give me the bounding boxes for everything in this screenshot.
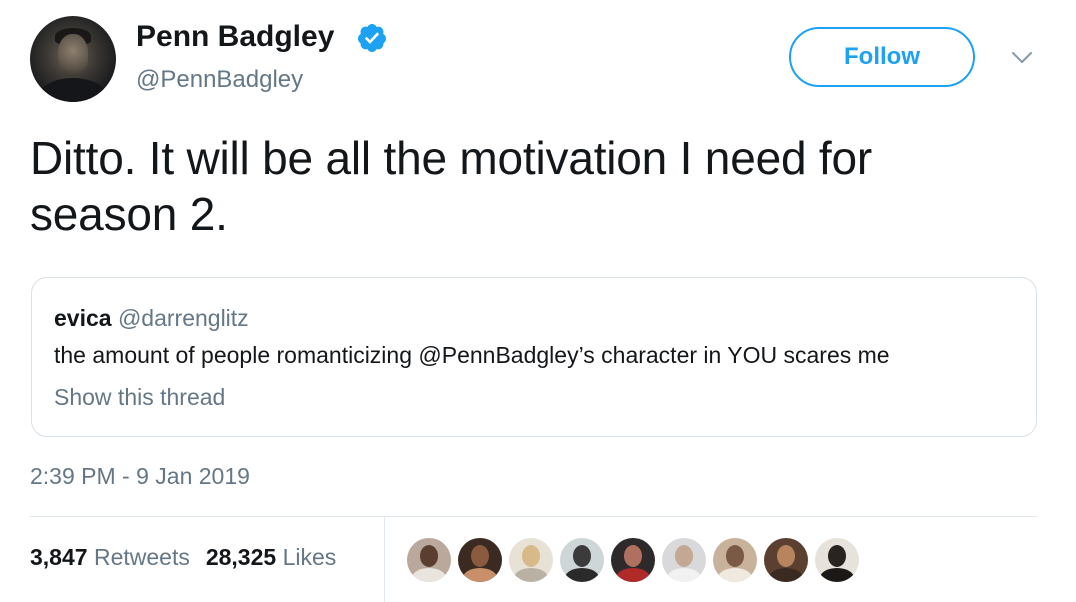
likes-count: 28,325: [205, 544, 277, 570]
liker-avatar-head: [471, 545, 489, 567]
quoted-author-name: evica: [54, 305, 112, 331]
liker-avatar[interactable]: [611, 538, 655, 582]
retweets-label: Retweets: [93, 544, 190, 570]
tweet-text: Ditto. It will be all the motivation I n…: [30, 132, 873, 240]
liker-avatar[interactable]: [458, 538, 502, 582]
retweets-stat[interactable]: 3,847 Retweets: [30, 544, 190, 570]
liker-avatar-head: [777, 545, 795, 567]
liker-avatar[interactable]: [509, 538, 553, 582]
author-name[interactable]: Penn Badgley: [136, 20, 334, 54]
retweets-count: 3,847: [30, 544, 88, 570]
engagement-stats: 3,847 Retweets 28,325 Likes: [30, 544, 336, 571]
stats-divider-top: [30, 516, 1037, 517]
follow-button[interactable]: Follow: [789, 27, 975, 87]
liker-avatar-body: [820, 568, 854, 582]
likes-label: Likes: [282, 544, 337, 570]
liker-avatar[interactable]: [764, 538, 808, 582]
liker-avatar-head: [828, 545, 846, 567]
liker-avatar-body: [718, 568, 752, 582]
quoted-tweet-header: evica @darrenglitz: [54, 305, 249, 332]
liker-avatar[interactable]: [560, 538, 604, 582]
chevron-down-icon[interactable]: [1010, 48, 1034, 68]
liker-avatar-body: [514, 568, 548, 582]
liker-avatar[interactable]: [662, 538, 706, 582]
stats-divider-vertical: [384, 516, 385, 602]
liker-avatar-head: [522, 545, 540, 567]
liker-avatar[interactable]: [407, 538, 451, 582]
tweet-timestamp[interactable]: 2:39 PM - 9 Jan 2019: [30, 463, 250, 490]
liker-avatar-body: [616, 568, 650, 582]
liker-avatar-head: [726, 545, 744, 567]
liker-avatar-head: [675, 545, 693, 567]
liker-avatar-body: [565, 568, 599, 582]
liker-avatar-head: [420, 545, 438, 567]
verified-badge-icon: [357, 24, 386, 52]
show-thread-link[interactable]: Show this thread: [54, 384, 225, 411]
liker-avatar-body: [412, 568, 446, 582]
liker-avatar-head: [624, 545, 642, 567]
liker-avatar-body: [463, 568, 497, 582]
quoted-author-handle: @darrenglitz: [117, 305, 249, 331]
liker-avatar-head: [573, 545, 591, 567]
likes-stat[interactable]: 28,325 Likes: [206, 544, 336, 570]
liker-avatar-body: [667, 568, 701, 582]
avatar-shoulders: [38, 78, 108, 102]
quoted-tweet-text: the amount of people romanticizing @Penn…: [54, 342, 890, 368]
liker-avatar-body: [769, 568, 803, 582]
author-handle[interactable]: @PennBadgley: [136, 66, 303, 94]
avatar-face: [58, 34, 88, 76]
author-avatar[interactable]: [30, 16, 116, 102]
liker-avatars: [407, 538, 866, 582]
liker-avatar[interactable]: [713, 538, 757, 582]
liker-avatar[interactable]: [815, 538, 859, 582]
quoted-tweet-card[interactable]: evica @darrenglitz the amount of people …: [31, 277, 1037, 437]
